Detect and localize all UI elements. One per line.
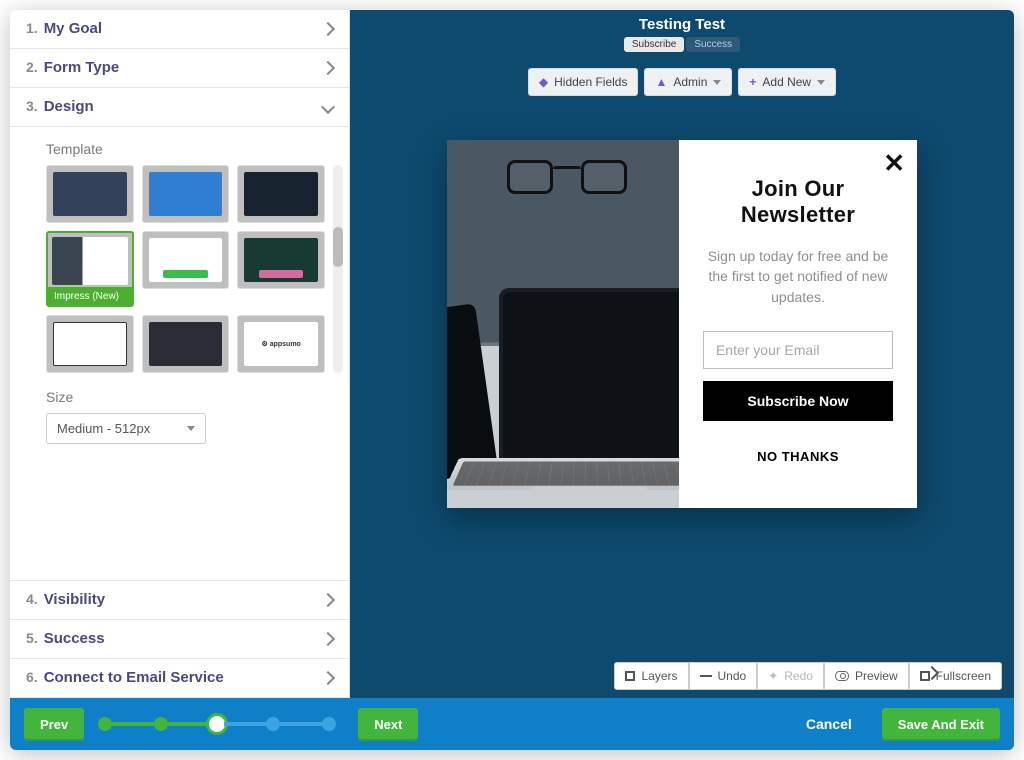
template-section-label: Template <box>46 141 329 157</box>
footer: Prev Next Cancel Save And Exit <box>10 698 1014 750</box>
hidden-fields-label: Hidden Fields <box>554 75 627 89</box>
admin-label: Admin <box>673 75 707 89</box>
diamond-icon: ◆ <box>539 75 548 89</box>
step-number: 2. <box>26 59 38 75</box>
template-selected-badge: Impress (New) <box>48 287 132 305</box>
chevron-right-icon <box>321 632 335 646</box>
chevron-down-icon <box>321 100 335 114</box>
template-thumb[interactable] <box>142 231 230 289</box>
app-window: 1. My Goal 2. Form Type 3. Design Template <box>10 10 1014 750</box>
cancel-link[interactable]: Cancel <box>806 716 852 732</box>
layers-icon <box>625 671 635 681</box>
template-thumb[interactable] <box>237 165 325 223</box>
step-number: 5. <box>26 630 38 646</box>
admin-dropdown[interactable]: ▲ Admin <box>644 68 732 96</box>
laptop-icon <box>459 288 679 508</box>
accordion-item-design[interactable]: 3. Design <box>10 88 349 127</box>
step-dot[interactable] <box>154 717 168 731</box>
size-section-label: Size <box>46 389 329 405</box>
canvas-toolbar: ◆ Hidden Fields ▲ Admin + Add New <box>528 68 836 96</box>
size-select-value: Medium - 512px <box>57 421 150 436</box>
chevron-right-icon <box>321 22 335 36</box>
add-new-label: Add New <box>762 75 811 89</box>
step-label: Visibility <box>44 591 105 608</box>
preview-button[interactable]: Preview <box>824 662 909 690</box>
tab-success[interactable]: Success <box>686 37 740 52</box>
template-thumb[interactable] <box>237 315 325 373</box>
undo-button[interactable]: Undo <box>689 662 758 690</box>
design-panel: Template Impress (New) <box>10 127 349 516</box>
popup-subtitle[interactable]: Sign up today for free and be the first … <box>699 246 897 307</box>
canvas-title: Testing Test <box>624 16 740 33</box>
chevron-right-icon <box>321 671 335 685</box>
popup-content: ✕ Join Our Newsletter Sign up today for … <box>679 140 917 508</box>
tab-subscribe[interactable]: Subscribe <box>624 37 684 52</box>
sidebar: 1. My Goal 2. Form Type 3. Design Template <box>10 10 350 750</box>
eye-icon <box>835 671 849 681</box>
chevron-right-icon <box>321 593 335 607</box>
template-grid: Impress (New) <box>46 165 325 373</box>
accordion-item-visibility[interactable]: 4. Visibility <box>10 581 349 620</box>
prev-button[interactable]: Prev <box>24 708 84 741</box>
accordion-item-connect-email[interactable]: 6. Connect to Email Service <box>10 659 349 698</box>
sunglasses-icon <box>507 160 627 200</box>
redo-button[interactable]: ✦Redo <box>757 662 824 690</box>
popup-title[interactable]: Join Our Newsletter <box>699 176 897 228</box>
plus-icon: + <box>749 75 756 89</box>
popup-image <box>447 140 679 508</box>
template-thumb[interactable] <box>237 231 325 289</box>
accordion-item-success[interactable]: 5. Success <box>10 620 349 659</box>
next-button[interactable]: Next <box>358 708 418 741</box>
user-icon: ▲ <box>655 75 667 89</box>
template-scrollbar[interactable] <box>333 165 343 373</box>
chevron-right-icon <box>321 61 335 75</box>
fullscreen-icon <box>920 671 930 681</box>
step-progress <box>98 717 336 731</box>
template-thumb[interactable] <box>142 315 230 373</box>
step-label: Form Type <box>44 59 120 76</box>
step-number: 1. <box>26 20 38 36</box>
step-label: Success <box>44 630 105 647</box>
size-select[interactable]: Medium - 512px <box>46 413 206 444</box>
step-dot[interactable] <box>322 717 336 731</box>
canvas-action-bar: Layers Undo ✦Redo Preview Fullscreen <box>614 662 1002 690</box>
step-dot[interactable] <box>266 717 280 731</box>
email-input[interactable] <box>703 331 893 369</box>
step-number: 3. <box>26 98 38 114</box>
hidden-fields-button[interactable]: ◆ Hidden Fields <box>528 68 639 96</box>
caret-down-icon <box>713 80 721 85</box>
accordion-item-my-goal[interactable]: 1. My Goal <box>10 10 349 49</box>
template-thumb[interactable] <box>46 165 134 223</box>
step-label: Design <box>44 98 94 115</box>
layers-button[interactable]: Layers <box>614 662 688 690</box>
state-tabs: Subscribe Success <box>624 37 740 52</box>
canvas: Testing Test Subscribe Success ◆ Hidden … <box>350 10 1014 750</box>
accordion-item-form-type[interactable]: 2. Form Type <box>10 49 349 88</box>
step-label: My Goal <box>44 20 102 37</box>
step-dot[interactable] <box>98 717 112 731</box>
caret-down-icon <box>187 426 195 431</box>
step-label: Connect to Email Service <box>44 669 224 686</box>
caret-down-icon <box>817 80 825 85</box>
template-thumb-selected[interactable]: Impress (New) <box>46 231 134 307</box>
save-and-exit-button[interactable]: Save And Exit <box>882 708 1000 741</box>
popup-preview[interactable]: ✕ Join Our Newsletter Sign up today for … <box>447 140 917 508</box>
step-number: 4. <box>26 591 38 607</box>
add-new-dropdown[interactable]: + Add New <box>738 68 836 96</box>
step-number: 6. <box>26 669 38 685</box>
no-thanks-link[interactable]: NO THANKS <box>757 449 839 464</box>
undo-icon <box>700 675 712 677</box>
template-thumb[interactable] <box>142 165 230 223</box>
template-thumb[interactable] <box>46 315 134 373</box>
fullscreen-button[interactable]: Fullscreen <box>909 662 1002 690</box>
subscribe-button[interactable]: Subscribe Now <box>703 381 893 421</box>
close-icon[interactable]: ✕ <box>883 148 905 179</box>
